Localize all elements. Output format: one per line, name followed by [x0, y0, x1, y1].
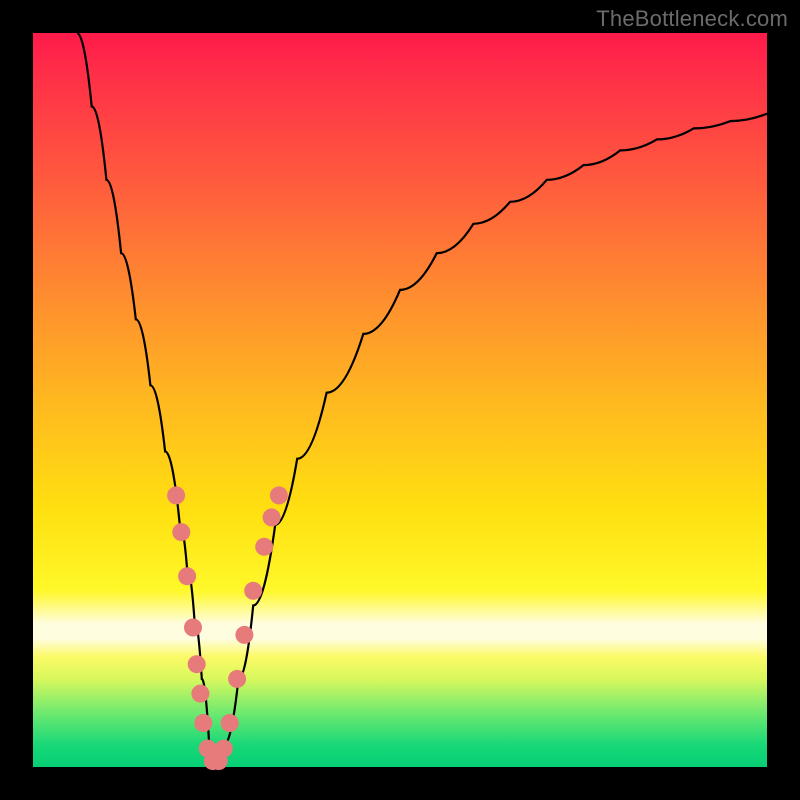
chart-frame: TheBottleneck.com — [0, 0, 800, 800]
watermark-text: TheBottleneck.com — [596, 6, 788, 32]
curve-marker — [188, 655, 206, 673]
curve-marker — [221, 714, 239, 732]
curve-marker — [263, 508, 281, 526]
curve-marker — [191, 685, 209, 703]
curve-marker — [194, 714, 212, 732]
curve-marker — [255, 538, 273, 556]
curve-layer — [33, 33, 767, 767]
curve-marker — [184, 619, 202, 637]
curve-marker — [167, 486, 185, 504]
plot-area — [33, 33, 767, 767]
curve-marker — [228, 670, 246, 688]
curve-marker — [235, 626, 253, 644]
marker-layer — [167, 486, 288, 770]
curve-marker — [215, 740, 233, 758]
curve-marker — [270, 486, 288, 504]
curve-marker — [244, 582, 262, 600]
curve-marker — [172, 523, 190, 541]
curve-marker — [178, 567, 196, 585]
bottleneck-curve — [77, 33, 767, 767]
